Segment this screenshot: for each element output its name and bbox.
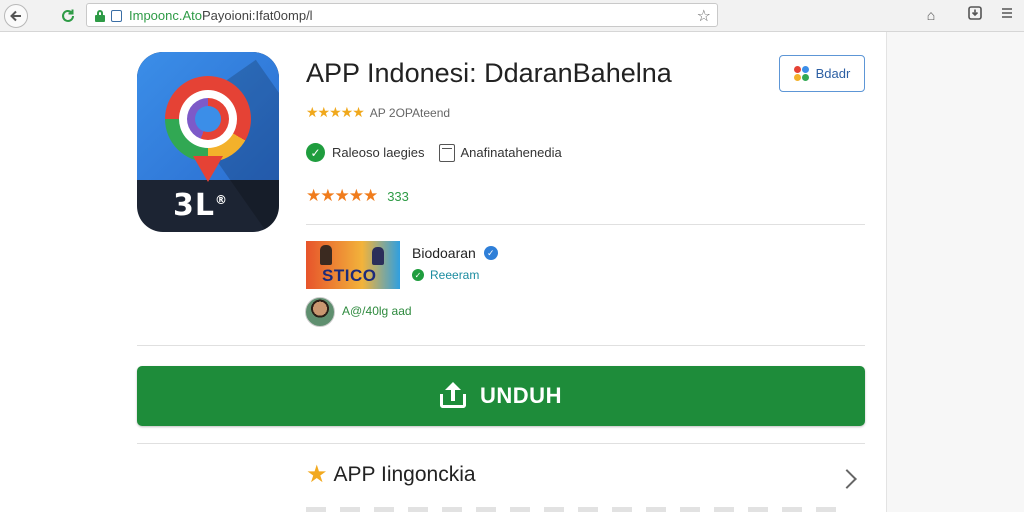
- share-icon: [793, 65, 810, 82]
- app-title: APP Indonesi: DdaranBahelna: [306, 58, 672, 88]
- url-domain: Impoonc.Ato: [129, 8, 202, 23]
- meta-row: ★★★★★ AP 2OPAteend: [306, 104, 450, 121]
- address-bar[interactable]: Impoonc.AtoPayoioni:Ifat0omp/l ☆: [86, 3, 718, 27]
- cut-off-text-row: [306, 507, 836, 512]
- badge-row: ✓ Raleoso laegies Anafinatahenedia: [306, 143, 562, 162]
- lock-icon: [95, 10, 105, 22]
- avatar[interactable]: [305, 297, 335, 327]
- developer-status-text: Reeeram: [430, 268, 480, 282]
- home-icon[interactable]: ⌂: [922, 6, 940, 24]
- meta-stars-icon: ★★★★★: [306, 104, 365, 120]
- download-label: UNDUH: [480, 383, 562, 408]
- developer-banner[interactable]: STICO: [306, 241, 400, 289]
- small-check-icon: ✓: [412, 269, 424, 281]
- app-icon-label-text: 3L: [173, 188, 215, 223]
- divider: [137, 345, 865, 346]
- menu-icon[interactable]: [998, 6, 1016, 24]
- rating-stars-icon: ★★★★★: [306, 186, 378, 205]
- check-icon: ✓: [306, 143, 325, 162]
- back-arrow-icon: [10, 10, 21, 22]
- verified-icon: ✓: [483, 246, 498, 260]
- developer-name[interactable]: Biodoaran ✓: [412, 245, 498, 261]
- reload-icon: [62, 9, 74, 22]
- document-icon: [438, 143, 455, 162]
- back-button[interactable]: [4, 4, 28, 28]
- browser-toolbar: Impoonc.AtoPayoioni:Ifat0omp/l ☆ ⌂: [0, 0, 1024, 32]
- badge-text-1: Raleoso laegies: [332, 145, 425, 160]
- reload-button[interactable]: [56, 4, 80, 28]
- star-icon: ★: [306, 461, 328, 488]
- developer-banner-text: STICO: [322, 266, 377, 285]
- download-button[interactable]: UNDUH: [137, 366, 865, 426]
- page-icon: [111, 10, 122, 22]
- developer-status: ✓ Reeeram: [412, 268, 479, 282]
- bookmark-star-icon[interactable]: ☆: [697, 6, 711, 26]
- divider: [137, 443, 865, 444]
- section-header[interactable]: ★ APP Iingonckia: [306, 463, 476, 487]
- url-text: Impoonc.AtoPayoioni:Ifat0omp/l: [129, 8, 313, 23]
- share-button[interactable]: Bdadr: [779, 55, 865, 92]
- app-icon: 3L®: [137, 52, 279, 232]
- section-title: APP Iingonckia: [333, 463, 476, 486]
- badge-text-2: Anafinatahenedia: [460, 145, 562, 160]
- share-label: Bdadr: [815, 66, 851, 81]
- rating-row: ★★★★★ 333: [306, 186, 409, 206]
- page-side-panel: [886, 32, 1024, 512]
- rating-value: 333: [387, 188, 409, 204]
- downloads-icon[interactable]: [966, 6, 984, 24]
- divider: [306, 224, 865, 225]
- app-icon-label-sup: ®: [215, 193, 228, 207]
- upload-icon: [440, 382, 467, 408]
- meta-text: AP 2OPAteend: [369, 105, 451, 120]
- url-path: Payoioni:Ifat0omp/l: [202, 8, 313, 23]
- developer-name-text: Biodoaran: [412, 245, 476, 261]
- review-text: A@/40lg aad: [342, 304, 412, 318]
- app-icon-label: 3L®: [173, 188, 228, 223]
